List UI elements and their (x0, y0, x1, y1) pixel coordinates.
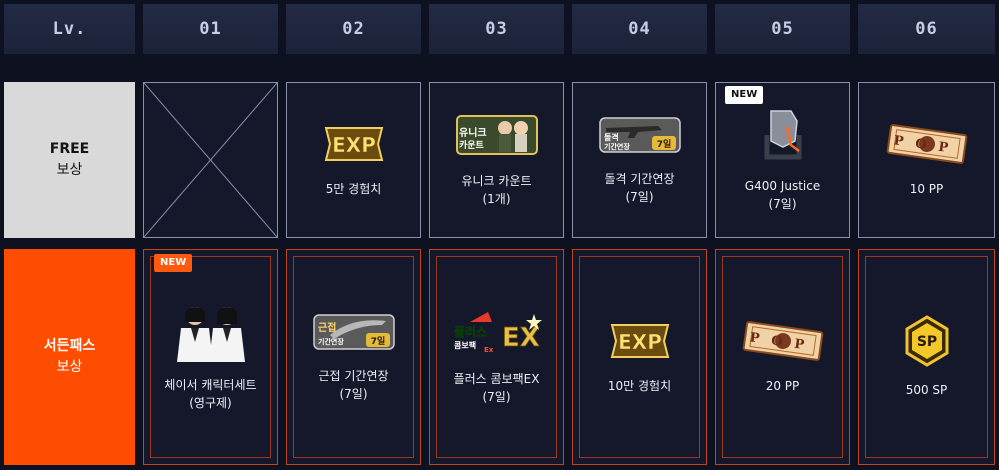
plus-ex-small: Ex (484, 346, 494, 354)
exp-icon: EXP (324, 127, 383, 161)
level-number: 05 (771, 19, 794, 39)
pass-reward-01[interactable]: NEW 체이서 캐릭터세트 (영구제) (143, 249, 278, 465)
header-level-02: 02 (286, 4, 421, 54)
level-number: 06 (915, 19, 938, 39)
free-row-subtitle: 보상 (56, 162, 83, 178)
melee-extension-icon: 근접 기간연장 7일 (312, 314, 395, 350)
new-badge: NEW (725, 86, 764, 104)
pp-ticket-icon: POP (742, 321, 823, 361)
reward-label: 500 SP (905, 383, 948, 397)
free-row-title: FREE (49, 141, 90, 157)
reward-label: 체이서 캐릭터세트 (영구제) (164, 378, 257, 410)
lv-label: Lv. (52, 19, 87, 39)
reward-label: 돌격 기간연장 (7일) (604, 172, 675, 204)
days-text: 7일 (370, 335, 385, 347)
days-text: 7일 (656, 138, 671, 150)
exp-text: EXP (618, 330, 662, 354)
reward-label: 근접 기간연장 (7일) (318, 369, 389, 401)
pp-ticket-icon: POP (886, 124, 967, 164)
pass-reward-04[interactable]: EXP 10만 경험치 (572, 249, 707, 465)
reward-label: 유니크 카운트 (1개) (461, 174, 532, 206)
header-level-04: 04 (572, 4, 707, 54)
free-reward-01[interactable] (143, 82, 278, 238)
header-level-03: 03 (429, 4, 564, 54)
chaser-character-icon (176, 307, 245, 362)
g400-justice-icon (764, 110, 801, 160)
reward-label: 5만 경험치 (325, 182, 382, 196)
free-reward-03[interactable]: 유니크 카운트 유니크 카운트 (1개) (429, 82, 564, 238)
pass-reward-03[interactable]: 플러스 콤보팩 Ex EX 플러스 콤보팩EX (7일) (429, 249, 564, 465)
sp-text: SP (916, 334, 936, 350)
pass-row-subtitle: 보상 (56, 359, 83, 375)
unique-text-1: 유니크 (459, 126, 487, 139)
assault-extension-icon: 돌격 기간연장 7일 (598, 117, 681, 153)
level-number: 01 (199, 19, 222, 39)
pass-reward-05[interactable]: POP 20 PP (715, 249, 850, 465)
reward-label: 10만 경험치 (607, 379, 672, 393)
level-number: 03 (485, 19, 508, 39)
exp-icon: EXP (610, 324, 669, 358)
free-reward-06[interactable]: POP 10 PP (858, 82, 995, 238)
assault-text-2: 기간연장 (604, 142, 630, 151)
reward-label: 플러스 콤보팩EX (7일) (453, 372, 540, 404)
reward-label: 10 PP (909, 182, 944, 196)
inner-frame (293, 256, 414, 458)
pass-row-title: 서든패스 (43, 338, 96, 354)
plus-text-1: 플러스 (454, 324, 487, 339)
empty-slot-icon (144, 83, 277, 237)
header-level-06: 06 (858, 4, 995, 54)
exp-text: EXP (332, 133, 376, 157)
pass-row-label: 서든패스 보상 (4, 249, 135, 465)
plus-text-2: 콤보팩 (454, 340, 476, 350)
plus-combo-pack-icon: 플러스 콤보팩 Ex EX (453, 312, 542, 354)
reward-label: 20 PP (765, 379, 800, 393)
level-number: 04 (628, 19, 651, 39)
melee-text-2: 기간연장 (318, 337, 344, 346)
free-reward-02[interactable]: EXP 5만 경험치 (286, 82, 421, 238)
unique-count-icon: 유니크 카운트 (455, 115, 538, 155)
unique-text-2: 카운트 (459, 139, 485, 151)
pass-reward-02[interactable]: 근접 기간연장 7일 근접 기간연장 (7일) (286, 249, 421, 465)
pass-reward-06[interactable]: SP 500 SP (858, 249, 995, 465)
free-reward-05[interactable]: NEW G400 Justice (7일) (715, 82, 850, 238)
assault-text-1: 돌격 (604, 132, 619, 142)
inner-frame (436, 256, 557, 458)
sp-icon: SP (905, 315, 948, 367)
melee-text-1: 근접 (318, 322, 336, 334)
free-reward-04[interactable]: 돌격 기간연장 7일 돌격 기간연장 (7일) (572, 82, 707, 238)
header-lv: Lv. (4, 4, 135, 54)
plus-ex-text: EX (502, 323, 540, 353)
level-number: 02 (342, 19, 365, 39)
reward-label: G400 Justice (7일) (744, 179, 821, 211)
header-level-05: 05 (715, 4, 850, 54)
header-level-01: 01 (143, 4, 278, 54)
new-badge: NEW (154, 254, 193, 272)
free-row-label: FREE 보상 (4, 82, 135, 238)
